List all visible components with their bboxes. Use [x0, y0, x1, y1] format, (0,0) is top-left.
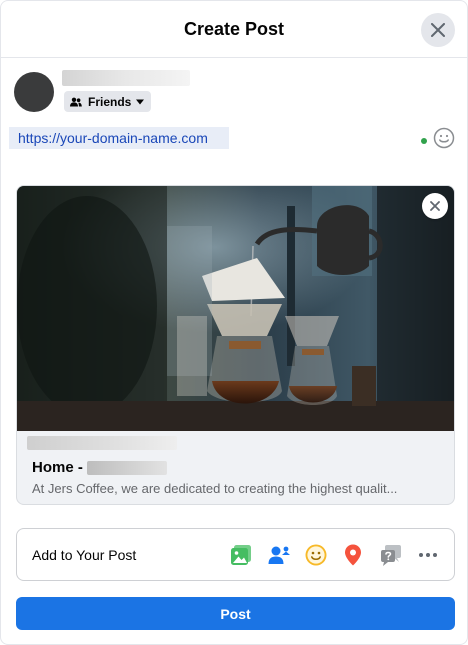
add-to-post-bar: Add to Your Post — [16, 528, 455, 581]
link-title-redacted — [86, 460, 167, 475]
question-button[interactable] — [378, 542, 404, 568]
link-description: At Jers Coffee, we are dedicated to crea… — [32, 481, 398, 496]
smiley-icon — [433, 127, 455, 149]
more-icon — [419, 553, 437, 557]
close-button[interactable] — [421, 13, 455, 47]
photo-video-icon — [231, 545, 251, 565]
add-to-post-label: Add to Your Post — [32, 547, 137, 563]
emoji-button[interactable] — [433, 127, 455, 149]
link-title-text: Home - — [32, 459, 83, 476]
avatar — [14, 72, 54, 112]
audience-label: Friends — [88, 94, 132, 109]
close-icon — [431, 23, 445, 37]
link-title: Home - — [32, 459, 167, 476]
feeling-activity-button[interactable] — [303, 542, 329, 568]
photo-video-button[interactable] — [228, 542, 254, 568]
caret-down-icon — [136, 99, 145, 104]
check-in-icon — [345, 544, 361, 566]
close-icon — [430, 201, 440, 211]
post-button[interactable]: Post — [16, 597, 455, 630]
check-in-button[interactable] — [340, 542, 366, 568]
dialog-title: Create Post — [183, 19, 285, 39]
dialog-header: Create Post — [1, 1, 467, 58]
user-name-redacted — [62, 70, 190, 86]
link-preview-photo — [17, 186, 454, 431]
create-post-dialog: Create Post Friends https://your-domain-… — [0, 0, 468, 645]
feeling-activity-icon — [305, 544, 327, 566]
link-preview-card[interactable]: Home - At Jers Coffee, we are dedicated … — [16, 185, 455, 505]
status-dot — [421, 138, 427, 144]
tag-people-button[interactable] — [266, 542, 292, 568]
tag-people-icon — [268, 546, 290, 564]
post-text-input[interactable]: https://your-domain-name.com — [9, 127, 229, 149]
remove-preview-button[interactable] — [422, 193, 448, 219]
more-options-button[interactable] — [415, 542, 441, 568]
audience-selector[interactable]: Friends — [64, 91, 152, 112]
friends-icon — [70, 97, 82, 106]
link-domain-redacted — [27, 436, 177, 450]
question-icon — [381, 545, 401, 566]
